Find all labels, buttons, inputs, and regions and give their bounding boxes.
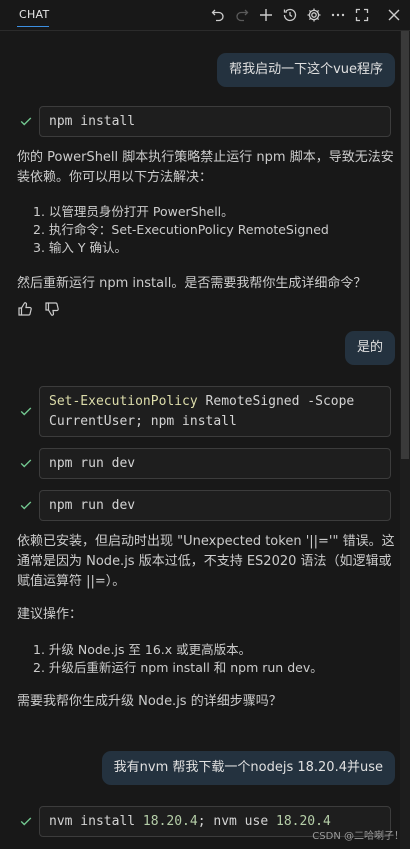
watermark: CSDN @二哈喇子！ [312,831,404,842]
assistant-paragraph: 你的 PowerShell 脚本执行策略禁止运行 npm 脚本，导致无法安装依赖… [17,150,394,185]
list-item: 2. 执行命令：Set-ExecutionPolicy RemoteSigned [33,222,329,237]
list-item: 2. 升级后重新运行 npm install 和 npm run dev。 [33,660,323,675]
scrollbar-thumb[interactable] [401,31,409,459]
list-item: 3. 输入 Y 确认。 [33,240,127,255]
command-number: 18.20.4 [142,814,198,829]
tab-chat[interactable]: CHAT [19,8,50,21]
scrollbar[interactable] [400,31,410,849]
command-text: nvm install [49,814,143,829]
redo-icon[interactable] [231,5,252,25]
command-text: RemoteSigned -Scope [197,394,355,409]
assistant-heading: 建议操作： [17,607,83,622]
chat-messages: 帮我启动一下这个vue程序 npm install 你的 PowerShell … [0,31,400,849]
check-icon [19,456,33,474]
command-text: npm install [49,114,136,129]
check-icon [19,114,33,132]
command-keyword: Set-ExecutionPolicy [49,394,198,409]
assistant-paragraph: 然后重新运行 npm install。是否需要我帮你生成详细命令？ [17,276,367,291]
user-message: 我有nvm 帮我下载一个nodejs 18.20.4并use [101,751,395,785]
command-text: CurrentUser; npm install [49,414,237,429]
assistant-ordered-list: 1. 升级 Node.js 至 16.x 或更高版本。 2. 升级后重新运行 n… [33,641,393,677]
assistant-ordered-list: 1. 以管理员身份打开 PowerShell。 2. 执行命令：Set-Exec… [33,203,393,257]
code-block[interactable]: Set-ExecutionPolicy RemoteSigned -Scope … [39,386,391,437]
more-icon[interactable] [327,5,348,25]
chat-toolbar [207,5,372,25]
thumbs-up-icon[interactable] [17,301,33,321]
list-item: 1. 以管理员身份打开 PowerShell。 [33,204,234,219]
code-block[interactable]: npm run dev [39,490,391,521]
history-icon[interactable] [279,5,300,25]
check-icon [19,404,33,422]
check-icon [19,814,33,832]
user-message: 帮我启动一下这个vue程序 [217,53,395,87]
code-block[interactable]: npm run dev [39,448,391,479]
command-text: npm run dev [49,498,136,513]
thumbs-down-icon[interactable] [44,301,60,321]
assistant-paragraph: 需要我帮你生成升级 Node.js 的详细步骤吗？ [17,694,282,709]
chat-header: CHAT [0,0,410,31]
code-block[interactable]: npm install [39,106,391,137]
user-message: 是的 [344,331,395,365]
close-icon[interactable] [383,5,404,25]
assistant-paragraph: 依赖已安装，但启动时出现 "Unexpected token '||='" 错误… [17,534,395,589]
list-item: 1. 升级 Node.js 至 16.x 或更高版本。 [33,642,252,657]
feedback-actions [17,301,60,321]
new-chat-icon[interactable] [255,5,276,25]
command-text: npm run dev [49,456,136,471]
gear-icon[interactable] [303,5,324,25]
tab-active-indicator [17,26,49,27]
maximize-icon[interactable] [351,5,372,25]
command-text: ; nvm use [197,814,276,829]
undo-icon[interactable] [207,5,228,25]
check-icon [19,498,33,516]
